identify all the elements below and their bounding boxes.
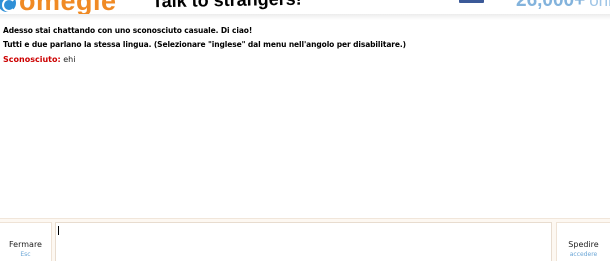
online-count-number: 26,000+ bbox=[516, 0, 586, 11]
online-count: 26,000+online bbox=[516, 0, 610, 12]
logo[interactable]: omegle bbox=[0, 0, 117, 14]
logo-text: omegle bbox=[19, 0, 117, 14]
stop-button-hint: Esc bbox=[20, 251, 31, 258]
tagline: Talk to strangers! bbox=[151, 0, 302, 12]
send-button[interactable]: Spedire accedere bbox=[556, 222, 610, 261]
chat-message: Sconosciuto: ehi bbox=[3, 55, 607, 64]
stop-button[interactable]: Fermare Esc bbox=[0, 222, 52, 261]
send-button-label: Spedire bbox=[568, 240, 599, 249]
online-count-label: online bbox=[589, 0, 610, 10]
chat-log: Adesso stai chattando con uno sconosciut… bbox=[0, 20, 610, 218]
header: omegle Talk to strangers! 26,000+online bbox=[0, 0, 610, 14]
text-cursor bbox=[58, 226, 59, 235]
facebook-like-button[interactable] bbox=[459, 0, 484, 3]
system-message: Tutti e due parlano la stessa lingua. (S… bbox=[3, 40, 406, 49]
message-sender: Sconosciuto: bbox=[3, 55, 61, 64]
system-message: Adesso stai chattando con uno sconosciut… bbox=[3, 26, 253, 35]
omegle-logo-icon bbox=[0, 0, 16, 12]
chat-controls: Fermare Esc Spedire accedere bbox=[0, 218, 610, 261]
send-button-hint: accedere bbox=[569, 251, 598, 258]
message-text: ehi bbox=[63, 55, 76, 64]
stop-button-label: Fermare bbox=[9, 240, 42, 249]
chat-input[interactable] bbox=[55, 222, 552, 261]
